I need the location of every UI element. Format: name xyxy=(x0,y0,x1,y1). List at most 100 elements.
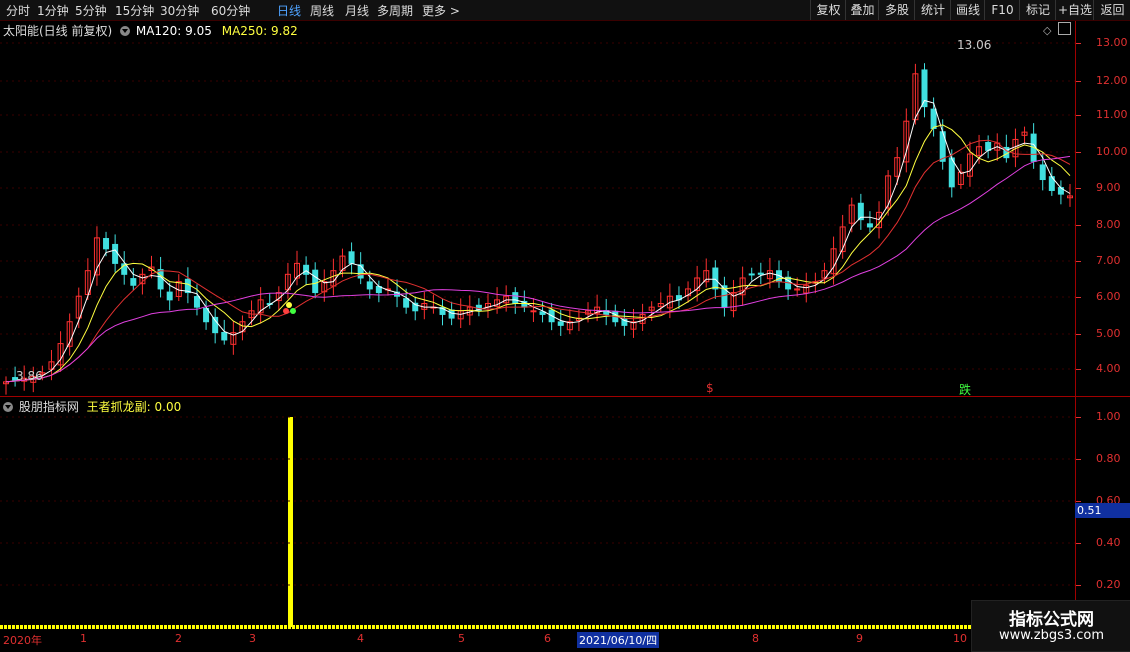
sub-tick xyxy=(1076,585,1081,586)
time-tick-label: 2020年 xyxy=(3,634,42,647)
signal-die-marker: 跌 xyxy=(959,383,972,397)
price-tick-label: 13.00 xyxy=(1096,36,1128,49)
candle-body xyxy=(712,267,719,290)
sub-title: 股朋指标网 xyxy=(18,400,79,414)
sub-tick xyxy=(1076,543,1081,544)
sub-tick-label: 0.80 xyxy=(1096,452,1121,465)
price-tick xyxy=(1076,188,1081,189)
high-label: 13.06 xyxy=(957,38,992,52)
price-chart[interactable] xyxy=(0,21,1075,630)
sub-tick xyxy=(1076,417,1081,418)
candle-body xyxy=(1039,164,1046,181)
time-tick-label: 6 xyxy=(544,632,551,645)
price-tick xyxy=(1076,334,1081,335)
price-tick-label: 5.00 xyxy=(1096,327,1121,340)
price-tick-label: 10.00 xyxy=(1096,145,1128,158)
price-tick xyxy=(1076,152,1081,153)
toolbar-button-4[interactable]: 画线 xyxy=(950,0,985,20)
toolbar-button-3[interactable]: 统计 xyxy=(914,0,951,20)
sub-tick-label: 0.40 xyxy=(1096,536,1121,549)
sub-tick xyxy=(1076,459,1081,460)
period-tab-4[interactable]: 30分钟 xyxy=(160,2,199,19)
price-tick xyxy=(1076,261,1081,262)
ma-line xyxy=(5,99,1071,383)
time-tick-label: 3 xyxy=(249,632,256,645)
time-tick-label: 10 xyxy=(953,632,967,645)
candle-body xyxy=(221,331,228,341)
price-tick-label: 8.00 xyxy=(1096,218,1121,231)
price-tick-label: 12.00 xyxy=(1096,74,1128,87)
toolbar-button-0[interactable]: 复权 xyxy=(810,0,846,20)
time-axis: 2020年 1 2 3 4 5 6 2021/06/10/四 8 9 10 xyxy=(0,630,1075,650)
toolbar-button-5[interactable]: F10 xyxy=(984,0,1020,20)
price-tick xyxy=(1076,81,1081,82)
price-tick xyxy=(1076,225,1081,226)
sub-chart-header: 股朋指标网 王者抓龙副: 0.00 xyxy=(3,398,181,415)
time-tick-label: 5 xyxy=(458,632,465,645)
toolbar-button-7[interactable]: +自选 xyxy=(1055,0,1094,20)
signal-s-marker: $ xyxy=(706,381,714,395)
period-tab-7[interactable]: 周线 xyxy=(310,2,334,19)
watermark: 指标公式网 www.zbgs3.com xyxy=(971,600,1130,652)
candle-body xyxy=(112,243,119,264)
candle-body xyxy=(312,269,319,294)
ma-line xyxy=(5,155,1071,383)
watermark-url: www.zbgs3.com xyxy=(998,628,1105,643)
candle-body xyxy=(366,281,373,290)
time-tick-label: 4 xyxy=(357,632,364,645)
toolbar-button-6[interactable]: 标记 xyxy=(1019,0,1056,20)
signal-dot xyxy=(283,308,289,314)
candle-body xyxy=(930,108,937,129)
time-tick-label: 2021/06/10/四 xyxy=(577,632,660,648)
indicator-label: 王者抓龙副: 0.00 xyxy=(86,400,182,414)
time-tick-label: 1 xyxy=(80,632,87,645)
candle-body xyxy=(348,251,355,264)
candle-body xyxy=(557,321,564,326)
candle-body xyxy=(103,238,110,250)
price-tick-label: 9.00 xyxy=(1096,181,1121,194)
candle-body xyxy=(157,269,164,290)
candle-body xyxy=(357,264,364,279)
period-tab-6[interactable]: 日线 xyxy=(277,2,301,19)
period-tab-8[interactable]: 月线 xyxy=(345,2,369,19)
toolbar-button-8[interactable]: 返回 xyxy=(1093,0,1130,20)
candle-body xyxy=(403,298,410,308)
dropdown-icon[interactable] xyxy=(3,402,13,412)
candle-body xyxy=(748,273,755,276)
candle-body xyxy=(303,264,310,275)
ma-line xyxy=(5,139,1071,383)
candle-body xyxy=(530,310,537,313)
axis-divider xyxy=(1075,21,1076,630)
candle-body xyxy=(448,309,455,319)
price-tick-label: 11.00 xyxy=(1096,108,1128,121)
toolbar-button-1[interactable]: 叠加 xyxy=(845,0,879,20)
period-tab-3[interactable]: 15分钟 xyxy=(115,2,154,19)
time-tick-label: 2 xyxy=(175,632,182,645)
price-tick-label: 6.00 xyxy=(1096,290,1121,303)
period-tab-10[interactable]: 更多 > xyxy=(422,2,460,19)
candle-body xyxy=(757,272,764,275)
sub-tick-label: 0.20 xyxy=(1096,578,1121,591)
period-tab-9[interactable]: 多周期 xyxy=(377,2,413,19)
period-tab-0[interactable]: 分时 xyxy=(6,2,30,19)
period-tab-5[interactable]: 60分钟 xyxy=(211,2,250,19)
candle-body xyxy=(512,292,519,305)
signal-bar xyxy=(288,417,293,627)
price-tick xyxy=(1076,43,1081,44)
candle-body xyxy=(866,223,873,228)
price-tick xyxy=(1076,297,1081,298)
time-tick-label: 8 xyxy=(752,632,759,645)
watermark-title: 指标公式网 xyxy=(1009,610,1094,630)
sub-tick xyxy=(1076,501,1081,502)
price-tick xyxy=(1076,369,1081,370)
period-tab-2[interactable]: 5分钟 xyxy=(75,2,107,19)
sub-tick-label: 1.00 xyxy=(1096,410,1121,423)
toolbar-button-2[interactable]: 多股 xyxy=(878,0,915,20)
time-tick-label: 9 xyxy=(856,632,863,645)
low-label: 3.86 xyxy=(16,369,43,383)
period-tab-1[interactable]: 1分钟 xyxy=(37,2,69,19)
price-tick xyxy=(1076,115,1081,116)
price-tick-label: 4.00 xyxy=(1096,362,1121,375)
candle-body xyxy=(193,296,200,308)
signal-dot xyxy=(290,308,296,314)
